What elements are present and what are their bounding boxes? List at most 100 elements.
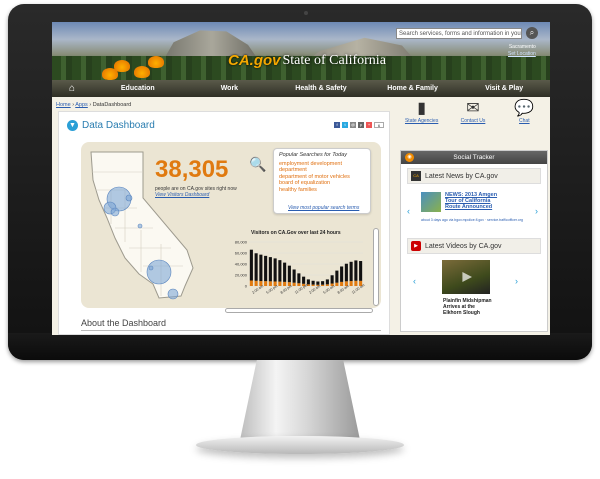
popular-search-item[interactable]: healthy families xyxy=(279,187,365,193)
main-nav: ⌂ Education Work Health & Safety Home & … xyxy=(52,80,550,97)
social-tracker-title: Social Tracker xyxy=(453,154,495,161)
location-name: Sacramento xyxy=(508,44,536,50)
search-icon[interactable]: ⌕ xyxy=(526,27,538,39)
chart-bar xyxy=(292,269,296,283)
chart-bar xyxy=(335,282,339,286)
visitor-description: people are on CA.gov sites right now Vie… xyxy=(155,186,255,198)
x-tick-label: 5:00 am xyxy=(323,284,336,295)
chart-bar xyxy=(340,266,344,282)
header-banner: CA.gov State of California Search servic… xyxy=(52,22,550,80)
dashboard-main: ▼ Data Dashboard f t @ p + 6 38,305 peop… xyxy=(58,111,390,335)
nav-visit-play[interactable]: Visit & Play xyxy=(458,85,550,92)
chart-bar xyxy=(273,258,277,282)
chart-bar xyxy=(321,281,325,285)
chart-bar xyxy=(268,257,272,282)
breadcrumb-apps[interactable]: Apps xyxy=(75,102,88,108)
breadcrumb-current: DataDashboard xyxy=(92,102,132,108)
site-logo[interactable]: CA.gov State of California xyxy=(228,52,386,69)
monitor-stand-foot xyxy=(196,436,404,454)
y-tick-label: 40,000 xyxy=(235,262,248,267)
envelope-icon: ✉ xyxy=(466,100,480,117)
social-tracker: ◉ Social Tracker CA Latest News by CA.go… xyxy=(400,150,548,332)
dashboard-icon: ▼ xyxy=(67,120,78,131)
popular-searches-title: Popular Searches for Today xyxy=(279,152,347,158)
chat-icon: 💬 xyxy=(514,100,535,117)
chart-bar xyxy=(287,265,291,283)
email-icon[interactable]: @ xyxy=(350,122,356,128)
video-header: ▶ Latest Videos by CA.gov xyxy=(407,238,541,254)
chart-bar xyxy=(278,281,282,286)
share-bar: f t @ p + 6 xyxy=(334,122,384,128)
twitter-icon[interactable]: t xyxy=(342,122,348,128)
search-input[interactable]: Search services, forms and information i… xyxy=(396,28,522,39)
quick-link-agencies[interactable]: ▮ State Agencies xyxy=(400,100,444,124)
y-tick-label: 60,000 xyxy=(235,251,248,256)
video-title[interactable]: Plainfin Midshipman Arrives at the Elkho… xyxy=(443,298,493,316)
nav-education[interactable]: Education xyxy=(92,85,184,92)
set-location-link[interactable]: Set Location xyxy=(508,51,536,58)
chart-bar xyxy=(297,283,301,286)
dashboard-panel: 38,305 people are on CA.gov sites right … xyxy=(81,142,381,313)
x-tick-label: 5:00 pm xyxy=(266,284,279,295)
poppy-image xyxy=(134,66,150,78)
video-thumbnail[interactable] xyxy=(442,260,490,294)
chart-bar xyxy=(264,281,268,286)
quick-link-label: Chat xyxy=(519,118,530,124)
chevron-right-icon[interactable]: › xyxy=(515,276,518,286)
quick-link-chat[interactable]: 💬 Chat xyxy=(502,100,546,124)
chart-bar xyxy=(268,281,272,286)
monitor-chin xyxy=(8,333,592,360)
video-header-title: Latest Videos by CA.gov xyxy=(425,242,502,250)
nav-work[interactable]: Work xyxy=(184,85,276,92)
chart-bar xyxy=(302,276,306,284)
chart-vertical-scrollbar[interactable] xyxy=(373,228,379,306)
chart-horizontal-scrollbar[interactable] xyxy=(225,308,373,313)
chart-bar xyxy=(325,279,329,285)
poppy-image xyxy=(148,56,164,68)
chart-bar xyxy=(349,281,353,286)
quick-link-contact[interactable]: ✉ Contact Us xyxy=(451,100,495,124)
chart-bar xyxy=(359,261,363,281)
x-tick-label: 2:00 am xyxy=(251,284,264,295)
browser-screen: CA.gov State of California Search servic… xyxy=(52,22,550,335)
camera-dot xyxy=(304,11,308,15)
chevron-right-icon[interactable]: › xyxy=(535,206,538,216)
stage: CA.gov State of California Search servic… xyxy=(0,0,600,479)
view-popular-link[interactable]: View most popular search terms xyxy=(288,205,359,211)
y-tick-label: 0 xyxy=(245,284,248,289)
view-visitors-link[interactable]: View Visitors Dashboard xyxy=(155,192,255,198)
chart-bar xyxy=(330,275,334,284)
divider xyxy=(81,330,381,331)
news-thumbnail[interactable] xyxy=(421,192,441,212)
traffic-bubble xyxy=(148,265,154,271)
chart-bar xyxy=(335,270,339,283)
social-tracker-header: ◉ Social Tracker xyxy=(401,151,547,164)
quick-link-label: Contact Us xyxy=(460,118,486,124)
traffic-bubble xyxy=(125,194,133,202)
quick-links: ▮ State Agencies ✉ Contact Us 💬 Chat xyxy=(396,100,550,138)
traffic-bubble xyxy=(137,223,143,229)
x-tick-label: 8:00 am xyxy=(337,284,350,295)
share-count: 6 xyxy=(374,122,384,128)
news-header-title: Latest News by CA.gov xyxy=(425,172,498,180)
nav-home-family[interactable]: Home & Family xyxy=(367,85,459,92)
chart-bar xyxy=(354,260,358,281)
chart-bar xyxy=(254,253,258,281)
print-icon[interactable]: p xyxy=(358,122,364,128)
about-heading: About the Dashboard xyxy=(81,318,167,328)
california-icon: ▮ xyxy=(417,100,427,117)
rss-icon: ◉ xyxy=(405,153,414,162)
chevron-left-icon[interactable]: ‹ xyxy=(413,276,416,286)
chart-bar xyxy=(283,262,287,282)
news-title[interactable]: NEWS: 2013 Amgen Tour of California Rout… xyxy=(445,192,507,210)
breadcrumb-home[interactable]: Home xyxy=(56,102,71,108)
x-tick-label: 2:00 am xyxy=(308,284,321,295)
chevron-left-icon[interactable]: ‹ xyxy=(407,206,410,216)
magnifier-icon: 🔍 xyxy=(249,156,267,172)
facebook-icon[interactable]: f xyxy=(334,122,340,128)
chart-bar xyxy=(249,249,253,281)
nav-health-safety[interactable]: Health & Safety xyxy=(275,85,367,92)
home-icon[interactable]: ⌂ xyxy=(52,83,92,94)
location-block: Sacramento Set Location xyxy=(508,44,536,58)
plus-icon[interactable]: + xyxy=(366,122,372,128)
